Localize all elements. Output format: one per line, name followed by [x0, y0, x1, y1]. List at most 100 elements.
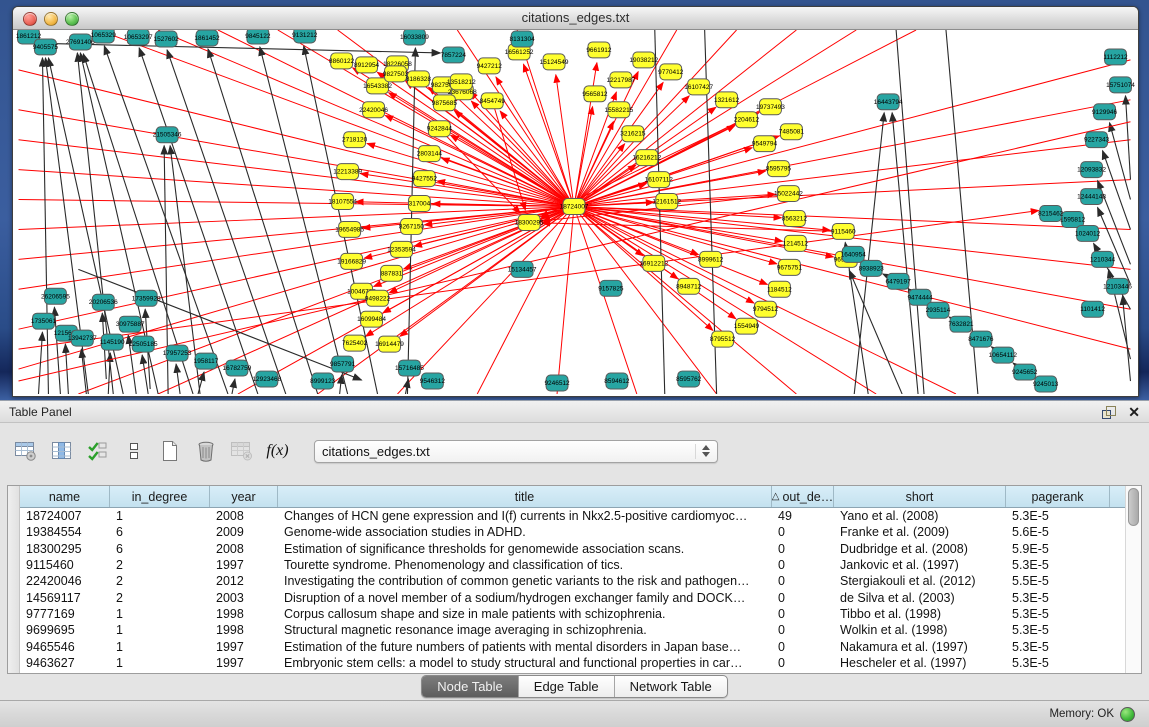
network-node[interactable]: 12353594	[387, 241, 416, 257]
network-node[interactable]: 2718120	[342, 132, 368, 148]
network-node[interactable]: 17957253	[163, 345, 192, 361]
network-node[interactable]: 16107427	[684, 79, 713, 95]
network-node[interactable]: 9875685	[432, 95, 458, 111]
network-node[interactable]: 1735061	[31, 313, 57, 329]
table-row[interactable]: 946362711997Embryonic stem cells: a mode…	[20, 655, 1125, 671]
function-builder-icon[interactable]: f(x)	[264, 438, 291, 464]
network-node[interactable]: 12093832	[1077, 162, 1106, 178]
network-node[interactable]: 8454749	[480, 93, 506, 109]
network-node[interactable]: 12505185	[129, 336, 158, 352]
column-header-pagerank[interactable]: pagerank	[1006, 486, 1110, 507]
network-node[interactable]: 9245013	[1033, 376, 1059, 392]
network-node[interactable]: 8595762	[676, 371, 702, 387]
network-node[interactable]: 18300295	[515, 214, 544, 230]
network-node[interactable]: 12444143	[1077, 189, 1106, 205]
table-row[interactable]: 946554611997Estimation of the future num…	[20, 638, 1125, 654]
network-node[interactable]: 16216212	[632, 150, 661, 166]
network-node[interactable]: 12103446	[1103, 278, 1132, 294]
delete-trash-icon[interactable]	[192, 438, 219, 464]
network-node[interactable]: 1145190	[100, 334, 125, 350]
network-node[interactable]: 19654985	[335, 221, 364, 237]
network-node[interactable]: 8471676	[968, 331, 994, 347]
network-node[interactable]: 1321612	[714, 92, 740, 108]
network-node[interactable]: 13942737	[68, 330, 97, 346]
network-node[interactable]: 1554949	[734, 318, 760, 334]
network-node[interactable]: 1101412	[1080, 301, 1105, 317]
scrollbar-thumb[interactable]	[1128, 488, 1139, 526]
row-height-icon[interactable]	[120, 438, 147, 464]
network-node[interactable]: 12213389	[333, 164, 362, 180]
network-node[interactable]: 7485081	[779, 124, 805, 140]
network-node[interactable]: 12161512	[652, 194, 681, 210]
network-node[interactable]: 15124549	[540, 54, 569, 70]
table-row[interactable]: 969969511998Structural magnetic resonanc…	[20, 622, 1125, 638]
table-row[interactable]: 1456911722003Disruption of a novel membe…	[20, 589, 1125, 605]
network-node[interactable]: 15751074	[1106, 77, 1135, 93]
network-node[interactable]: 18107554	[328, 194, 357, 210]
network-node[interactable]: 16914479	[375, 336, 404, 352]
network-node[interactable]: 9565812	[582, 86, 608, 102]
network-node[interactable]: 18724007	[560, 199, 589, 215]
network-node[interactable]: 16782759	[223, 360, 252, 376]
network-node[interactable]: 8215462	[1038, 206, 1064, 222]
network-node[interactable]: 9427552	[412, 171, 438, 187]
network-node[interactable]: 1214512	[783, 235, 809, 251]
column-header-title[interactable]: title	[278, 486, 772, 507]
tab-network-table[interactable]: Network Table	[614, 676, 727, 697]
network-node[interactable]: 1210344	[1090, 251, 1116, 267]
network-node[interactable]: 9245652	[1012, 364, 1038, 380]
network-node[interactable]: 9242844	[427, 121, 453, 137]
network-node[interactable]: 26206595	[41, 288, 70, 304]
network-node[interactable]: 9770412	[658, 64, 684, 80]
network-node[interactable]: 9227343	[1084, 132, 1110, 148]
close-panel-icon[interactable]: ✕	[1128, 405, 1140, 419]
network-node[interactable]: 30975887	[116, 316, 145, 332]
network-node[interactable]: 16912212	[639, 255, 668, 271]
table-selector-dropdown[interactable]: citations_edges.txt	[314, 440, 718, 463]
network-node[interactable]: 9427212	[477, 58, 503, 74]
network-node[interactable]: 9827503	[383, 66, 409, 82]
column-header-year[interactable]: year	[210, 486, 278, 507]
network-node[interactable]: 8186328	[406, 71, 432, 87]
network-node[interactable]: 12923468	[252, 371, 281, 387]
network-node[interactable]: 12217987	[606, 72, 635, 88]
network-node[interactable]: 8563212	[782, 211, 808, 227]
network-node[interactable]: 8860122	[329, 53, 355, 69]
network-node[interactable]: 9549794	[752, 136, 778, 152]
network-node[interactable]: 1640954	[841, 246, 867, 262]
column-header-out_degree[interactable]: △out_de…	[772, 486, 834, 507]
network-node[interactable]: 1861452	[194, 30, 220, 46]
network-node[interactable]: 9405575	[33, 39, 59, 55]
network-node[interactable]: 20206536	[89, 294, 118, 310]
network-node[interactable]: 8595795	[766, 161, 792, 177]
network-node[interactable]: 1184512	[767, 281, 792, 297]
network-node[interactable]: 9498222	[365, 290, 391, 306]
table-row[interactable]: 977716911998Corpus callosum shape and si…	[20, 606, 1125, 622]
network-node[interactable]: 19737493	[756, 99, 785, 115]
network-node[interactable]: 317004	[408, 196, 430, 212]
network-node[interactable]: 16107112	[645, 172, 674, 188]
network-node[interactable]: 19166829	[337, 253, 366, 269]
table-row[interactable]: 1872400712008Changes of HCN gene express…	[20, 508, 1125, 524]
network-node[interactable]: 2935114	[926, 302, 951, 318]
column-header-in_degree[interactable]: in_degree	[110, 486, 210, 507]
vertical-scrollbar[interactable]	[1125, 486, 1141, 673]
network-node[interactable]: 9115460	[831, 223, 856, 239]
new-table-icon[interactable]	[156, 438, 183, 464]
tab-node-table[interactable]: Node Table	[422, 676, 518, 697]
network-node[interactable]: 16099484	[357, 311, 386, 327]
network-node[interactable]: 15022442	[774, 186, 803, 202]
network-node[interactable]: 1527602	[154, 31, 180, 47]
network-node[interactable]: 8912954	[354, 57, 380, 73]
network-node[interactable]: 9794512	[753, 301, 779, 317]
network-node[interactable]: 7857224	[441, 47, 467, 63]
network-node[interactable]: 8999612	[698, 251, 724, 267]
network-node[interactable]: 15582215	[604, 102, 633, 118]
tab-edge-table[interactable]: Edge Table	[518, 676, 614, 697]
network-node[interactable]: 15134457	[508, 261, 537, 277]
network-node[interactable]: 1024012	[1075, 225, 1101, 241]
network-node[interactable]: 21505346	[153, 127, 182, 143]
network-node[interactable]: 13518212	[447, 74, 476, 90]
network-node[interactable]: 1958117	[194, 353, 219, 369]
column-header-name[interactable]: name	[20, 486, 110, 507]
